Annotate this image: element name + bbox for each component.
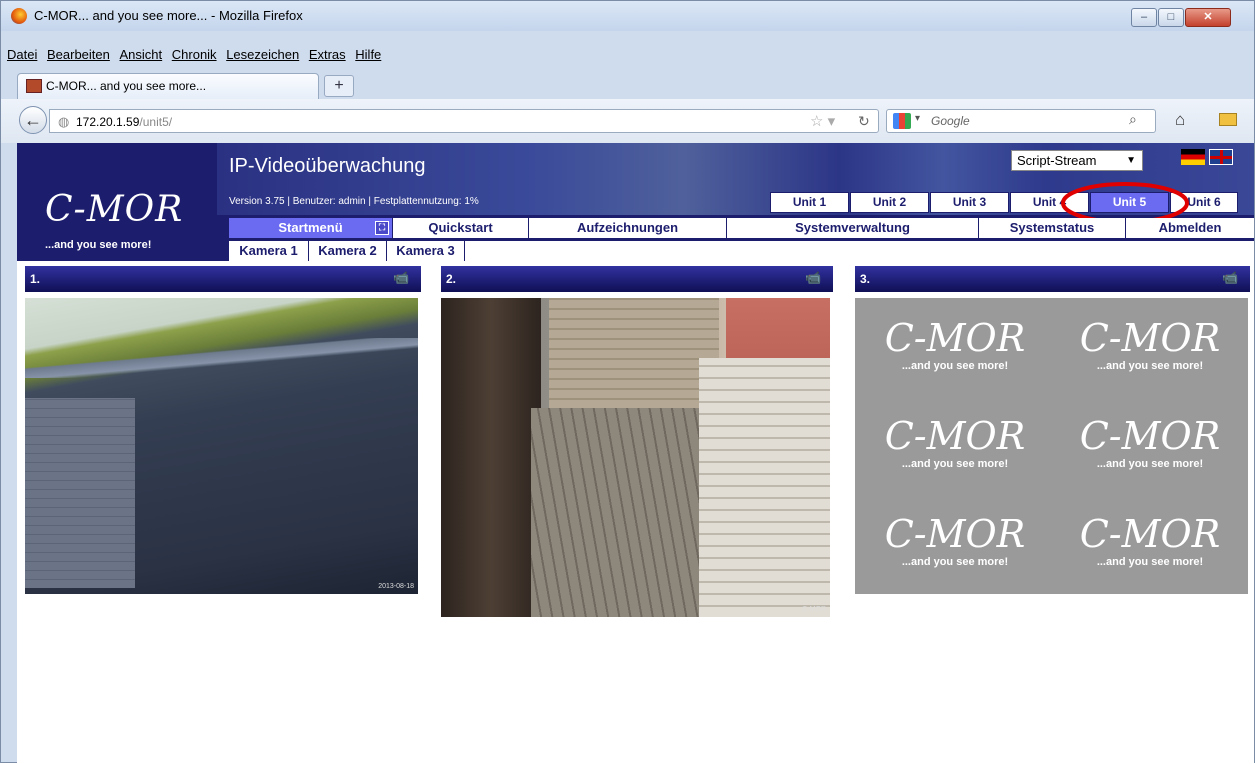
camera-image-1[interactable]: 2013-08-18 — [25, 298, 418, 594]
german-flag-icon[interactable] — [1181, 149, 1205, 165]
placeholder-logo: C-MOR ...and you see more! — [884, 316, 1026, 372]
address-bar[interactable]: ◍ 172.20.1.59/unit5/ ☆ ▾ ↻ — [49, 109, 879, 133]
unit-tab-1[interactable]: Unit 1 — [770, 192, 849, 213]
unit-tab-2[interactable]: Unit 2 — [850, 192, 929, 213]
chevron-down-icon: ▼ — [1126, 155, 1136, 166]
security-camera-icon: 📹 — [805, 270, 822, 285]
nav-abmelden[interactable]: Abmelden — [1126, 218, 1254, 238]
logo-area: C-MOR ...and you see more! — [17, 143, 217, 261]
camera-subnav: Kamera 1 Kamera 2 Kamera 3 — [229, 241, 1254, 261]
back-icon[interactable]: ← — [19, 106, 47, 134]
home-icon[interactable]: ⌂ — [1175, 110, 1185, 130]
title-bar: C-MOR... and you see more... - Mozilla F… — [1, 1, 1254, 31]
page-content: C-MOR ...and you see more! IP-Videoüberw… — [17, 143, 1254, 764]
tab-kamera-2[interactable]: Kamera 2 — [309, 241, 387, 261]
camera-image-3-placeholder[interactable]: C-MOR ...and you see more! C-MOR ...and yo… — [855, 298, 1248, 594]
menu-chronik[interactable]: Chronik — [172, 47, 217, 62]
panel-header-2: 2. 📹 — [441, 266, 833, 292]
menu-lesezeichen[interactable]: Lesezeichen — [226, 47, 299, 62]
nav-systemverwaltung[interactable]: Systemverwaltung — [727, 218, 979, 238]
google-icon[interactable] — [893, 113, 911, 129]
security-camera-icon: 📹 — [393, 270, 410, 285]
search-engine-dropdown-icon[interactable]: ▾ — [915, 113, 920, 124]
firefox-icon — [11, 8, 27, 24]
nav-systemstatus[interactable]: Systemstatus — [979, 218, 1126, 238]
main-navigation: Startmenü ⛶ Quickstart Aufzeichnungen Sys… — [229, 218, 1254, 238]
navigation-bar: ← ◍ 172.20.1.59/unit5/ ☆ ▾ ↻ ▾ Google ⌕ … — [1, 99, 1254, 143]
menu-bar: Datei Bearbeiten Ansicht Chronik Lesezei… — [1, 47, 1254, 67]
search-placeholder: Google — [931, 114, 970, 128]
menu-ansicht[interactable]: Ansicht — [120, 47, 163, 62]
tab-kamera-3[interactable]: Kamera 3 — [387, 241, 465, 261]
maximize-button[interactable]: □ — [1158, 8, 1184, 27]
close-button[interactable]: ✕ — [1185, 8, 1231, 27]
menu-bearbeiten[interactable]: Bearbeiten — [47, 47, 110, 62]
browser-tab[interactable]: C-MOR... and you see more... — [17, 73, 319, 99]
globe-icon: ◍ — [58, 114, 70, 129]
camera-image-2[interactable]: C-MOR — [441, 298, 830, 617]
cmor-logo[interactable]: C-MOR — [45, 189, 183, 230]
app-header: C-MOR ...and you see more! IP-Videoüberw… — [17, 143, 1254, 261]
search-icon[interactable]: ⌕ — [1129, 111, 1137, 128]
fullscreen-icon[interactable]: ⛶ — [375, 221, 389, 235]
browser-window: C-MOR... and you see more... - Mozilla F… — [0, 0, 1255, 764]
nav-startmenu[interactable]: Startmenü ⛶ — [229, 218, 393, 238]
stream-select[interactable]: Script-Stream ▼ — [1011, 150, 1143, 171]
tab-label: C-MOR... and you see more... — [46, 79, 207, 93]
minimize-button[interactable]: – — [1131, 8, 1157, 27]
url-text: 172.20.1.59/unit5/ — [76, 115, 173, 129]
unit-tab-3[interactable]: Unit 3 — [930, 192, 1009, 213]
window-title: C-MOR... and you see more... - Mozilla F… — [34, 8, 303, 23]
menu-extras[interactable]: Extras — [309, 47, 346, 62]
tab-kamera-1[interactable]: Kamera 1 — [229, 241, 309, 261]
placeholder-logo: C-MOR ...and you see more! — [1079, 414, 1221, 470]
favicon-icon — [26, 79, 42, 93]
slogan: ...and you see more! — [45, 239, 152, 251]
feed-icon[interactable] — [1219, 113, 1237, 126]
nav-aufzeichnungen[interactable]: Aufzeichnungen — [529, 218, 727, 238]
uk-flag-icon[interactable] — [1209, 149, 1233, 165]
placeholder-logo: C-MOR ...and you see more! — [1079, 512, 1221, 568]
tab-bar: C-MOR... and you see more... + — [1, 71, 1254, 99]
new-tab-button[interactable]: + — [324, 75, 354, 97]
reload-icon[interactable]: ↻ — [858, 113, 870, 130]
version-info: Version 3.75 | Benutzer: admin | Festpla… — [229, 196, 479, 207]
nav-quickstart[interactable]: Quickstart — [393, 218, 529, 238]
bookmark-star-icon[interactable]: ☆ ▾ — [810, 112, 835, 130]
security-camera-icon: 📹 — [1222, 270, 1239, 285]
app-title: IP-Videoüberwachung — [229, 155, 426, 177]
menu-datei[interactable]: Datei — [7, 47, 37, 62]
placeholder-logo: C-MOR ...and you see more! — [884, 414, 1026, 470]
menu-hilfe[interactable]: Hilfe — [355, 47, 381, 62]
placeholder-logo: C-MOR ...and you see more! — [1079, 316, 1221, 372]
panel-header-1: 1. 📹 — [25, 266, 421, 292]
search-box[interactable]: ▾ Google — [886, 109, 1156, 133]
placeholder-logo: C-MOR ...and you see more! — [884, 512, 1026, 568]
panel-header-3: 3. 📹 — [855, 266, 1250, 292]
